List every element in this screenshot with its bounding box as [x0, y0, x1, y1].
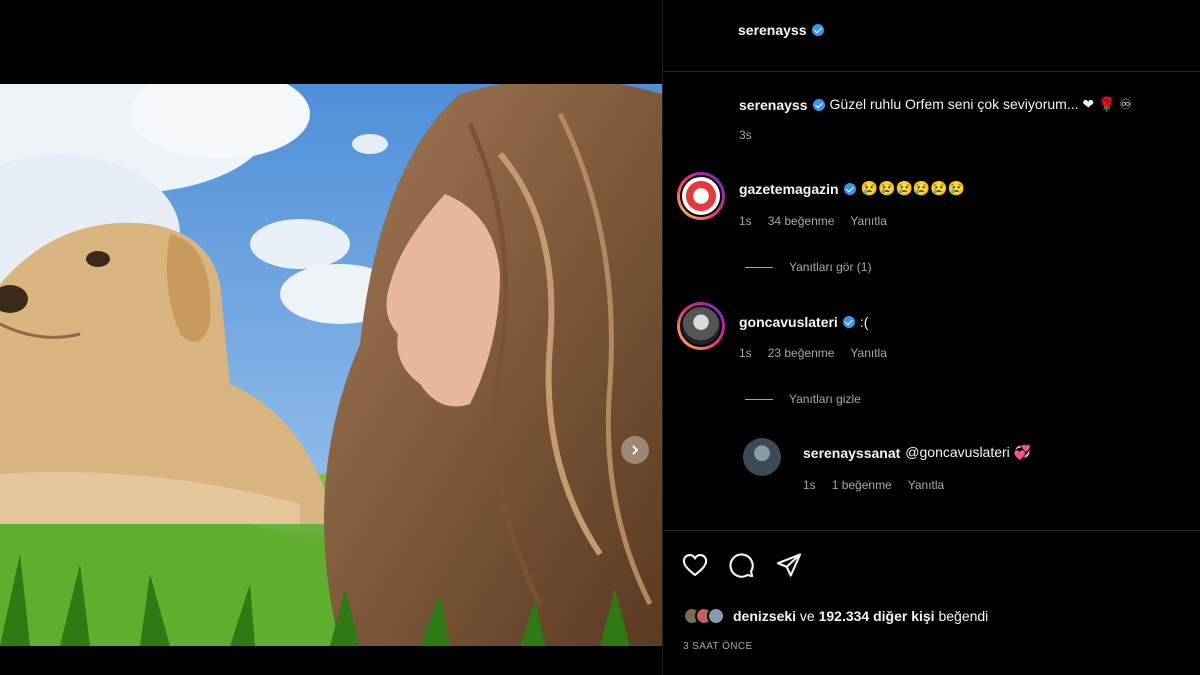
likes-count[interactable]: 192.334 diğer kişi [819, 608, 935, 624]
avatar[interactable] [677, 302, 725, 350]
post-media-area [0, 0, 662, 675]
liked-by-username[interactable]: denizseki [733, 608, 796, 624]
comment-time: 1s [739, 346, 752, 360]
post-photo[interactable] [0, 84, 662, 646]
author-username-link[interactable]: serenayss [738, 22, 824, 38]
reply-button[interactable]: Yanıtla [850, 214, 886, 228]
post-side-panel: serenayss serenayss Güzel ruhlu Orfem se… [662, 0, 1200, 675]
comment-time: 1s [739, 214, 752, 228]
post-timestamp: 3 SAAT ÖNCE [683, 641, 753, 652]
reply-button[interactable]: Yanıtla [850, 346, 886, 360]
likes-text: denizseki ve 192.334 diğer kişi beğendi [733, 608, 988, 624]
comment-text: 😢😢😢😢😢😢 [860, 180, 966, 196]
carousel-next-button[interactable] [621, 436, 649, 464]
verified-badge-icon [842, 316, 855, 328]
comment-text: :( [859, 314, 869, 330]
comment-username[interactable]: gazetemagazin [739, 181, 839, 197]
comment-meta: 1s 23 beğenme Yanıtla [739, 346, 887, 360]
replies-dash [745, 266, 773, 268]
verified-badge-icon [843, 182, 856, 195]
reply-time: 1s [803, 478, 816, 492]
carousel-next-icon [632, 445, 639, 455]
reply-line: serenayssanat @goncavuslateri 💞 [803, 444, 1031, 461]
avatar[interactable] [743, 438, 781, 476]
comment-username[interactable]: goncavuslateri [739, 314, 838, 330]
caption-time: 3s [739, 128, 752, 142]
caption-text: Güzel ruhlu Orfem seni çok seviyorum... … [829, 96, 1132, 112]
view-replies-label: Yanıtları gör (1) [789, 260, 872, 274]
avatar[interactable] [677, 172, 725, 220]
likes-suffix: beğendi [938, 608, 989, 624]
caption-meta: 3s [739, 128, 752, 142]
hide-replies-button[interactable]: Yanıtları gizle [745, 392, 861, 406]
post-actions: denizseki ve 192.334 diğer kişi beğendi … [663, 530, 1200, 675]
caption-username[interactable]: serenayss [739, 97, 808, 113]
avatar [707, 607, 725, 625]
comment-likes[interactable]: 34 beğenme [768, 214, 835, 228]
comment-meta: 1s 34 beğenme Yanıtla [739, 214, 887, 228]
likes-summary[interactable]: denizseki ve 192.334 diğer kişi beğendi [683, 607, 988, 625]
likes-connector: ve [799, 608, 815, 624]
hide-replies-label: Yanıtları gizle [789, 392, 861, 406]
replies-dash [745, 398, 773, 400]
comment-likes[interactable]: 23 beğenme [768, 346, 835, 360]
verified-badge-icon [812, 98, 825, 111]
comment-icon[interactable] [727, 551, 755, 579]
share-icon[interactable] [775, 551, 803, 579]
reply-likes[interactable]: 1 beğenme [832, 478, 892, 492]
post-header: serenayss [663, 0, 1200, 72]
reply-button[interactable]: Yanıtla [908, 478, 944, 492]
verified-badge-icon [811, 24, 824, 36]
reply-meta: 1s 1 beğenme Yanıtla [803, 478, 944, 492]
photo-illustration [0, 84, 662, 646]
view-replies-button[interactable]: Yanıtları gör (1) [745, 260, 871, 274]
caption-line: serenayss Güzel ruhlu Orfem seni çok sev… [739, 96, 1132, 113]
reply-text: @goncavuslateri 💞 [905, 444, 1032, 460]
author-username: serenayss [738, 22, 807, 38]
heart-icon[interactable] [681, 551, 709, 579]
reply-username[interactable]: serenayssanat [803, 445, 900, 461]
comment-line: goncavuslateri :( [739, 314, 868, 330]
comment-line: gazetemagazin 😢😢😢😢😢😢 [739, 180, 965, 197]
